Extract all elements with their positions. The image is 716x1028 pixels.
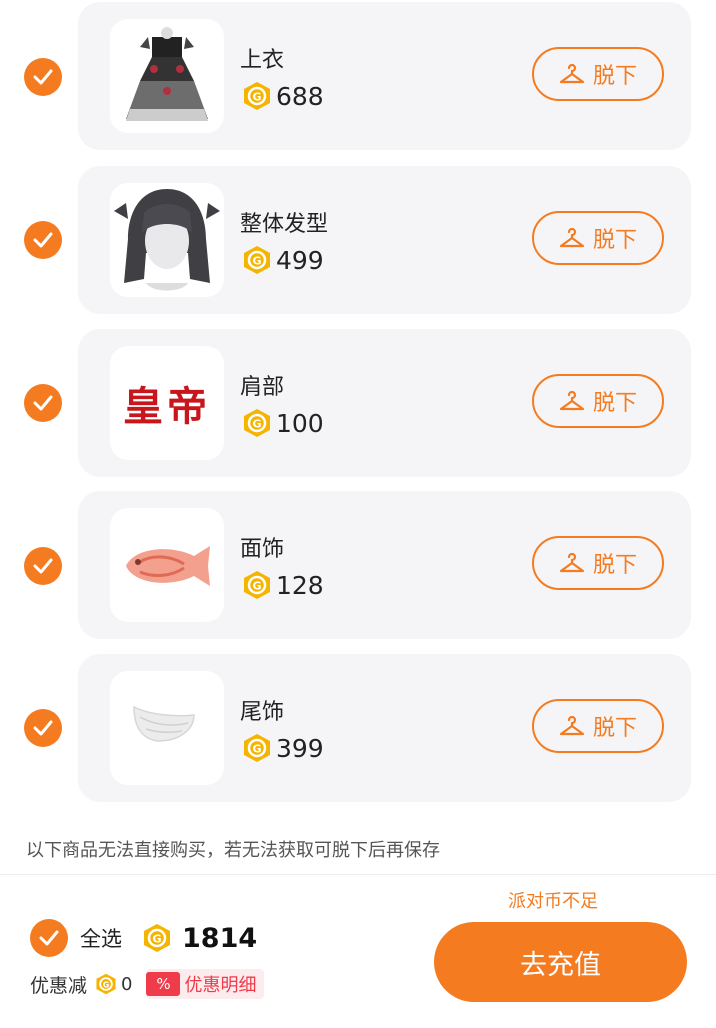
item-price: G 688: [242, 80, 324, 112]
take-off-label: 脱下: [592, 228, 637, 253]
take-off-label: 脱下: [592, 553, 637, 578]
item-card[interactable]: 上衣 G 688 脱下: [78, 2, 691, 150]
fish-ornament-icon: [126, 546, 210, 586]
price-value: 499: [276, 245, 324, 275]
price-value: 100: [276, 408, 324, 438]
item-checkbox[interactable]: [24, 221, 62, 259]
item-checkbox[interactable]: [24, 58, 62, 96]
item-card[interactable]: 面饰 G 128 脱下: [78, 491, 691, 639]
svg-text:G: G: [252, 418, 261, 431]
party-coin-icon: G: [96, 973, 116, 995]
select-all-row: 全选 G 1814: [30, 918, 257, 958]
check-icon: [33, 232, 53, 248]
item-price: G 128: [242, 569, 324, 601]
party-coin-icon: G: [244, 571, 270, 599]
price-value: 399: [276, 733, 324, 763]
svg-text:G: G: [252, 91, 261, 104]
item-name: 上衣: [240, 48, 285, 73]
svg-text:G: G: [152, 933, 161, 946]
item-thumbnail: 皇帝: [110, 346, 224, 460]
take-off-button[interactable]: 脱下: [532, 211, 664, 265]
party-coin-icon: G: [144, 924, 170, 952]
item-thumbnail: [110, 183, 224, 297]
purchase-notice: 以下商品无法直接购买，若无法获取可脱下后再保存: [26, 840, 440, 861]
item-thumbnail: [110, 508, 224, 622]
feather-tail-icon: [133, 705, 195, 742]
total-price: 1814: [182, 922, 258, 954]
price-value: 688: [276, 81, 324, 111]
take-off-button[interactable]: 脱下: [532, 536, 664, 590]
item-name: 整体发型: [240, 212, 329, 237]
item-card[interactable]: 皇帝 肩部 G 100 脱下: [78, 329, 691, 477]
svg-text:G: G: [252, 743, 261, 756]
item-name: 面饰: [240, 537, 285, 562]
check-icon: [33, 69, 53, 85]
take-off-button[interactable]: 脱下: [532, 699, 664, 753]
discount-detail-label: 优惠明细: [184, 975, 257, 996]
item-name: 肩部: [240, 375, 285, 400]
check-icon: [33, 395, 53, 411]
check-icon: [33, 558, 53, 574]
discount-detail-button[interactable]: % 优惠明细: [146, 969, 265, 999]
hanger-icon: [559, 227, 585, 248]
svg-text:G: G: [252, 580, 261, 593]
take-off-label: 脱下: [592, 391, 637, 416]
take-off-label: 脱下: [592, 716, 637, 741]
insufficient-coins-label: 派对币不足: [508, 891, 598, 912]
discount-row: 优惠减 G 0 % 优惠明细: [30, 968, 265, 1000]
dress-icon: [126, 27, 208, 121]
item-card[interactable]: 尾饰 G 399 脱下: [78, 654, 691, 802]
item-price: G 399: [242, 732, 324, 764]
item-thumbnail: [110, 671, 224, 785]
item-name: 尾饰: [240, 700, 285, 725]
outfit-item-row: 上衣 G 688 脱下: [0, 2, 716, 152]
party-coin-icon: G: [244, 409, 270, 437]
outfit-item-row: 整体发型 G 499 脱下: [0, 166, 716, 316]
take-off-label: 脱下: [592, 64, 637, 89]
party-coin-icon: G: [244, 246, 270, 274]
recharge-button[interactable]: 去充值: [434, 922, 687, 1002]
item-checkbox[interactable]: [24, 709, 62, 747]
party-coin-icon: G: [244, 734, 270, 762]
item-checkbox[interactable]: [24, 547, 62, 585]
take-off-button[interactable]: 脱下: [532, 47, 664, 101]
hanger-icon: [559, 63, 585, 84]
check-icon: [33, 720, 53, 736]
take-off-button[interactable]: 脱下: [532, 374, 664, 428]
item-price: G 100: [242, 407, 324, 439]
outfit-item-row: 尾饰 G 399 脱下: [0, 654, 716, 804]
item-price: G 499: [242, 244, 324, 276]
svg-text:G: G: [252, 255, 261, 268]
select-all-label[interactable]: 全选: [80, 923, 122, 953]
hairstyle-icon: [114, 189, 220, 291]
select-all-checkbox[interactable]: [30, 919, 68, 957]
item-thumbnail: [110, 19, 224, 133]
party-coin-icon: G: [244, 82, 270, 110]
discount-label: 优惠减: [30, 974, 88, 997]
hanger-icon: [559, 715, 585, 736]
hanger-icon: [559, 390, 585, 411]
outfit-item-row: 面饰 G 128 脱下: [0, 491, 716, 641]
item-checkbox[interactable]: [24, 384, 62, 422]
hanger-icon: [559, 552, 585, 573]
emperor-calligraphy-image: 皇帝: [123, 383, 211, 430]
percent-badge-icon: %: [146, 972, 181, 996]
recharge-label: 去充值: [520, 949, 601, 981]
svg-text:G: G: [103, 980, 110, 989]
item-card[interactable]: 整体发型 G 499 脱下: [78, 166, 691, 314]
check-icon: [39, 930, 59, 946]
outfit-item-row: 皇帝 肩部 G 100 脱下: [0, 329, 716, 479]
discount-value: 0: [121, 973, 133, 995]
price-value: 128: [276, 570, 324, 600]
footer-divider: [0, 874, 716, 875]
